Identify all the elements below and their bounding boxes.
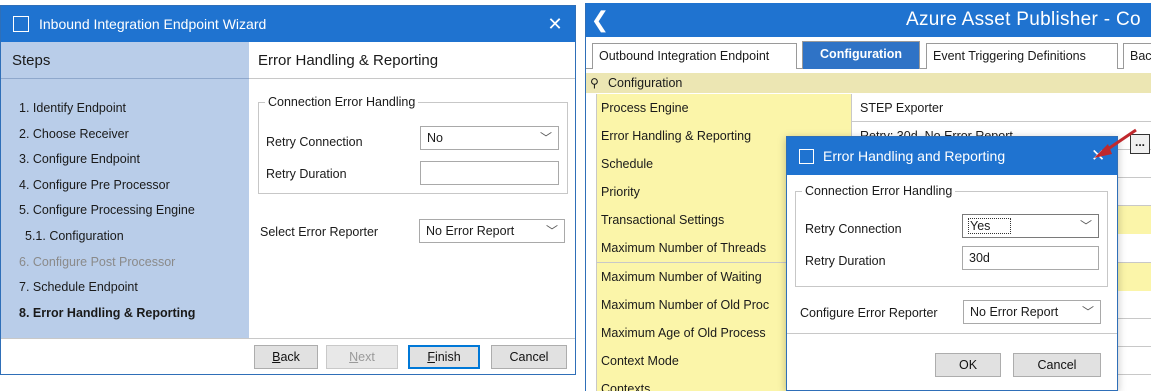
retry-duration-input[interactable]: 30d [962, 246, 1099, 270]
window-icon [799, 148, 814, 164]
step-item[interactable]: 5. Configure Processing Engine [1, 198, 249, 224]
step-item-sub[interactable]: 5.1. Configuration [1, 224, 249, 250]
table-row[interactable]: Process Engine STEP Exporter [596, 94, 1151, 123]
retry-duration-label: Retry Duration [266, 167, 347, 181]
error-reporter-label: Configure Error Reporter [800, 306, 938, 320]
back-arrow-icon[interactable]: ❮ [586, 7, 614, 33]
tab-overflow[interactable]: Bac [1123, 43, 1151, 69]
error-reporter-label: Select Error Reporter [260, 225, 379, 239]
dialog-titlebar: Error Handling and Reporting ✕ [787, 137, 1117, 175]
step-list: 1. Identify Endpoint 2. Choose Receiver … [1, 96, 249, 326]
steps-panel: Steps 1. Identify Endpoint 2. Choose Rec… [1, 42, 249, 338]
tab-event-triggering-definitions[interactable]: Event Triggering Definitions [926, 43, 1118, 69]
retry-connection-value: No [427, 131, 443, 145]
error-reporter-value: No Error Report [426, 224, 515, 238]
chevron-down-icon: ﹀ [1079, 219, 1092, 233]
edit-ellipsis-button[interactable]: ... [1130, 134, 1150, 154]
dialog-title: Error Handling and Reporting [823, 148, 1006, 164]
retry-connection-label: Retry Connection [805, 222, 902, 236]
error-reporter-value: No Error Report [970, 305, 1059, 319]
page-title: Error Handling & Reporting [258, 52, 439, 69]
configuration-tree-root[interactable]: ⚲ Configuration [586, 73, 1151, 93]
tab-bar: Outbound Integration Endpoint Configurat… [586, 41, 1151, 69]
ok-button[interactable]: OK [935, 353, 1001, 377]
cancel-button[interactable]: Cancel [491, 345, 567, 369]
wizard-titlebar: Inbound Integration Endpoint Wizard ✕ [1, 6, 575, 42]
step-item[interactable]: 3. Configure Endpoint [1, 147, 249, 173]
property-name: Process Engine [596, 94, 852, 122]
close-icon[interactable]: ✕ [535, 14, 575, 35]
step-item-active[interactable]: 8. Error Handling & Reporting [1, 301, 249, 327]
retry-connection-select[interactable]: Yes ﹀ [962, 214, 1099, 238]
error-handling-dialog: Error Handling and Reporting ✕ Connectio… [786, 136, 1118, 391]
error-reporter-select[interactable]: No Error Report ﹀ [419, 219, 565, 243]
chevron-down-icon: ﹀ [1081, 305, 1094, 319]
chevron-down-icon: ﹀ [539, 131, 552, 145]
step-item[interactable]: 4. Configure Pre Processor [1, 173, 249, 199]
step-item[interactable]: 2. Choose Receiver [1, 122, 249, 148]
step-item-disabled: 6. Configure Post Processor [19, 254, 176, 269]
group-label: Connection Error Handling [802, 184, 956, 198]
step-item[interactable]: 1. Identify Endpoint [1, 96, 249, 122]
finish-button[interactable]: Finish [408, 345, 480, 369]
connection-error-group: Connection Error Handling Retry Connecti… [795, 184, 1108, 287]
wizard-footer: Back Next Finish Cancel [1, 338, 575, 374]
wizard-content: Error Handling & Reporting Connection Er… [249, 42, 575, 338]
retry-duration-label: Retry Duration [805, 254, 886, 268]
steps-heading: Steps [12, 52, 51, 69]
dialog-divider [787, 333, 1117, 334]
retry-duration-input[interactable] [420, 161, 559, 185]
close-icon[interactable]: ✕ [1091, 146, 1117, 166]
endpoint-wizard-window: Inbound Integration Endpoint Wizard ✕ St… [0, 5, 576, 375]
tab-configuration[interactable]: Configuration [802, 41, 920, 69]
next-button: Next [326, 345, 398, 369]
retry-connection-value: Yes [967, 218, 1012, 234]
content-divider [249, 78, 575, 79]
tab-outbound-integration-endpoint[interactable]: Outbound Integration Endpoint [592, 43, 797, 69]
steps-divider [1, 78, 249, 79]
publisher-titlebar: ❮ Azure Asset Publisher - Co [586, 3, 1151, 37]
error-reporter-select[interactable]: No Error Report ﹀ [963, 300, 1101, 324]
cancel-button[interactable]: Cancel [1013, 353, 1101, 377]
pin-icon[interactable]: ⚲ [590, 73, 599, 93]
back-button[interactable]: Back [254, 345, 318, 369]
retry-connection-select[interactable]: No ﹀ [420, 126, 559, 150]
wizard-title: Inbound Integration Endpoint Wizard [39, 16, 267, 32]
publisher-title: Azure Asset Publisher - Co [906, 9, 1141, 30]
connection-error-group: Connection Error Handling Retry Connecti… [258, 95, 568, 194]
window-icon [13, 16, 29, 32]
chevron-down-icon: ﹀ [545, 224, 558, 238]
property-value[interactable]: STEP Exporter [858, 94, 1151, 122]
retry-connection-label: Retry Connection [266, 135, 363, 149]
step-item[interactable]: 7. Schedule Endpoint [1, 275, 249, 301]
group-label: Connection Error Handling [265, 95, 419, 109]
